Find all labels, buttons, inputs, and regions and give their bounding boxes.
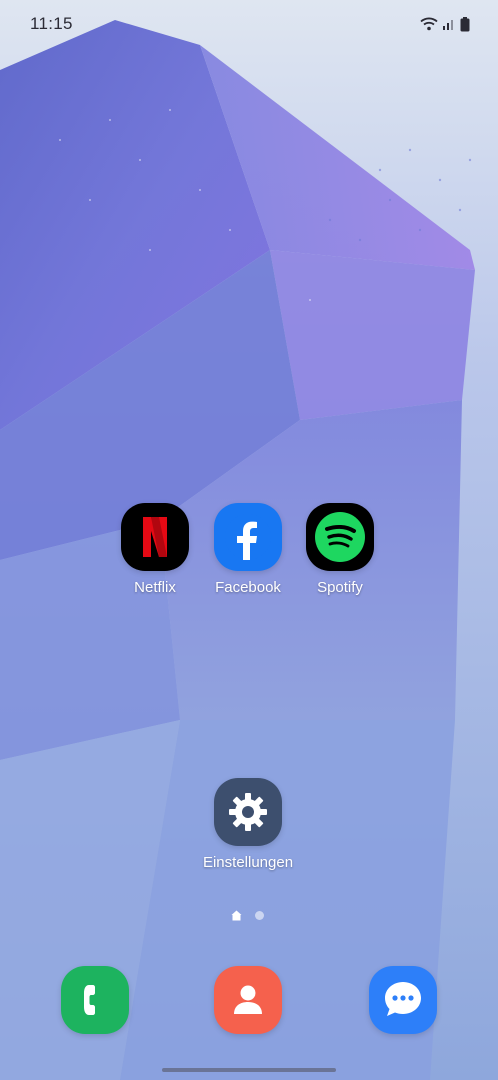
status-icons [420,16,470,32]
phone-app-icon[interactable] [61,966,129,1034]
spotify-icon [306,503,374,571]
page-dot [255,911,264,920]
navigation-handle[interactable] [162,1068,336,1072]
netflix-icon [121,503,189,571]
messages-app-icon[interactable] [369,966,437,1034]
facebook-icon [214,503,282,571]
app-spotify[interactable]: Spotify [295,503,385,596]
app-facebook[interactable]: Facebook [203,503,293,596]
status-bar: 11:15 [0,0,498,48]
status-time: 11:15 [30,14,73,33]
page-indicator[interactable] [231,910,264,921]
home-page-icon [231,910,242,921]
app-label: Facebook [215,579,281,596]
app-einstellungen[interactable]: Einstellungen [203,778,293,871]
contacts-app-icon[interactable] [214,966,282,1034]
gear-icon [214,778,282,846]
signal-icon [443,20,453,30]
app-label: Netflix [134,579,176,596]
app-label: Spotify [317,579,363,596]
app-label: Einstellungen [202,854,294,871]
battery-icon [460,16,470,31]
wifi-icon [420,17,438,31]
app-netflix[interactable]: Netflix [110,503,200,596]
